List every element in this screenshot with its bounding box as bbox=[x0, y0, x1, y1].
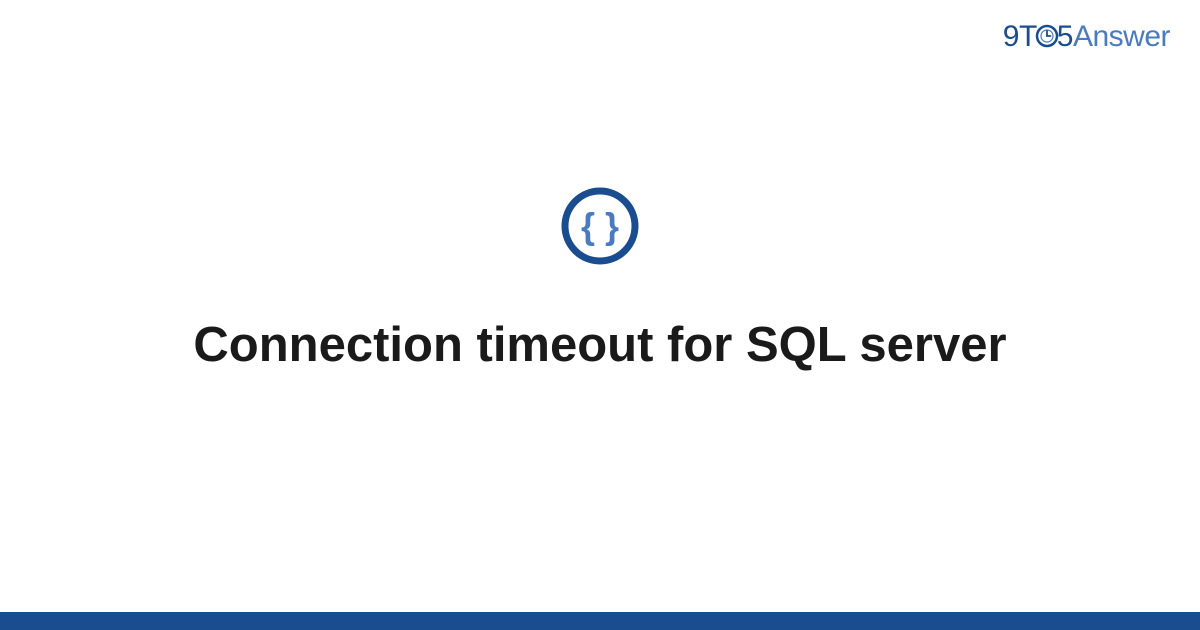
code-braces-icon: { } bbox=[560, 186, 640, 266]
svg-text:{ }: { } bbox=[581, 205, 619, 246]
footer-accent-bar bbox=[0, 612, 1200, 630]
page-title: Connection timeout for SQL server bbox=[193, 316, 1006, 375]
main-content: { } Connection timeout for SQL server bbox=[0, 0, 1200, 630]
